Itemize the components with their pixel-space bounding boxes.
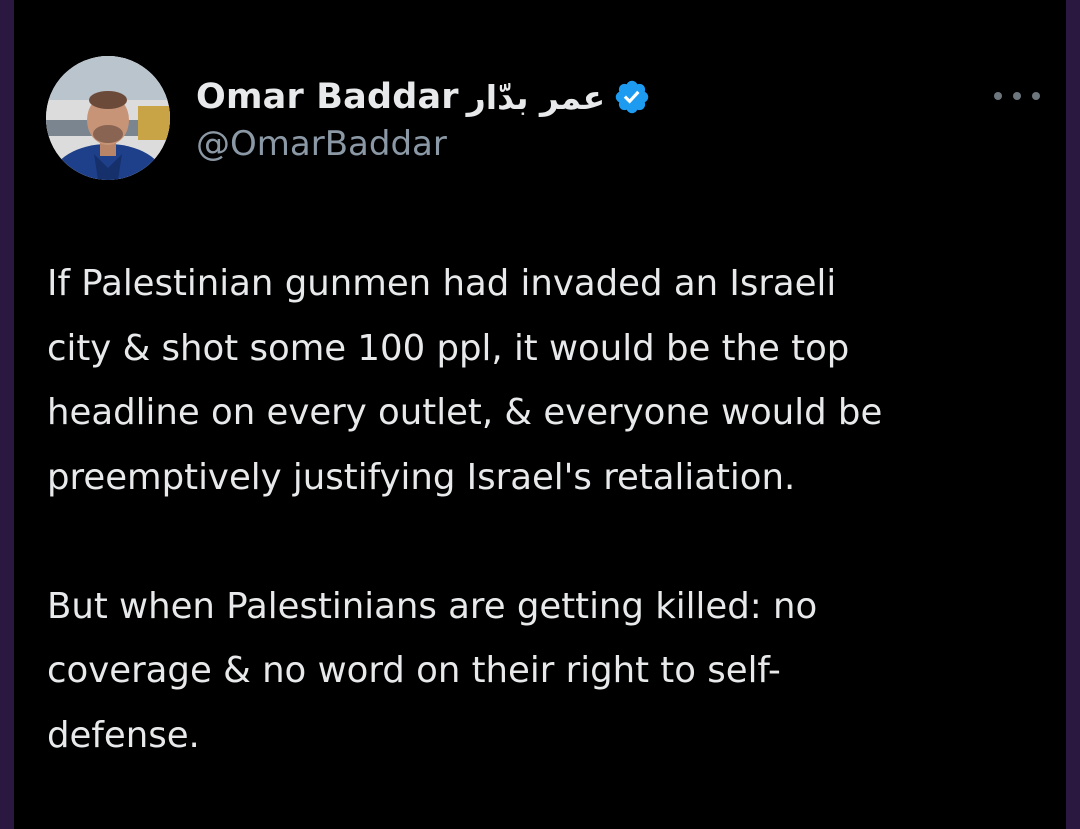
avatar[interactable] [46, 56, 170, 180]
tweet-paragraph-2: But when Palestinians are getting killed… [47, 585, 818, 756]
dot [1032, 92, 1040, 100]
verified-badge-icon[interactable] [613, 78, 651, 116]
tweet-text: If Palestinian gunmen had invaded an Isr… [47, 252, 1047, 768]
dot [1013, 92, 1021, 100]
dot [994, 92, 1002, 100]
author-arabic-name[interactable]: عمر بدّار [467, 78, 605, 117]
author-name-row: Omar Baddar عمر بدّار [196, 72, 651, 122]
author-handle[interactable]: @OmarBaddar [196, 124, 447, 164]
tweet-paragraph-1: If Palestinian gunmen had invaded an Isr… [47, 263, 883, 498]
tweet-header: Omar Baddar عمر بدّار @OmarBaddar [46, 56, 1046, 186]
tweet-card: Omar Baddar عمر بدّار @OmarBaddar If Pal… [14, 0, 1066, 829]
more-options-icon[interactable] [994, 82, 1040, 110]
avatar-image [46, 56, 170, 180]
author-display-name[interactable]: Omar Baddar [196, 77, 459, 117]
